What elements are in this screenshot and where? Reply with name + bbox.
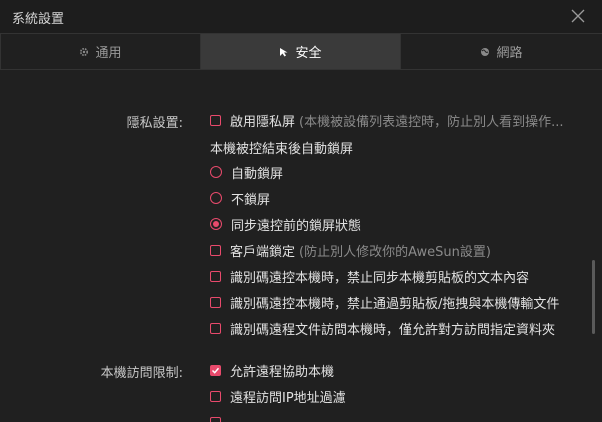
- gear-icon: [79, 47, 89, 57]
- folder-access-checkbox[interactable]: [210, 322, 221, 334]
- client-lock-label: 客戶端鎖定: [230, 244, 296, 260]
- tab-network-label: 網路: [496, 46, 523, 61]
- folder-access-label: 識別碼遠程文件訪問本機時，僅允許對方訪問指定資料夾: [230, 322, 556, 338]
- privacy-screen-hint: (本機被設備列表遠控時，防止別人看到操作...: [299, 114, 564, 130]
- auto-lock-title: 本機被控結束後自動鎖屏: [210, 142, 354, 157]
- title-bar: 系統設置: [0, 0, 602, 33]
- privacy-screen-checkbox[interactable]: [210, 114, 221, 126]
- security-settings-panel: 隱私設置: 啟用隱私屏 (本機被設備列表遠控時，防止別人看到操作... 本機被控…: [0, 70, 602, 422]
- partially-visible-checkbox[interactable]: [210, 416, 221, 422]
- allow-remote-assist-option[interactable]: 允許遠程協助本機: [210, 360, 334, 380]
- tab-general[interactable]: 通用: [0, 34, 201, 69]
- file-transfer-label: 識別碼遠控本機時，禁止通過剪貼板/拖拽與本機傳輸文件: [230, 296, 560, 312]
- lock-option-auto-radio[interactable]: [210, 166, 222, 178]
- ip-filter-label: 遠程訪問IP地址過濾: [230, 390, 346, 406]
- cursor-icon: [279, 47, 289, 57]
- file-transfer-checkbox[interactable]: [210, 296, 221, 308]
- privacy-settings-label: 隱私設置:: [126, 116, 183, 131]
- window-title: 系統設置: [12, 12, 65, 27]
- tab-security[interactable]: 安全: [201, 34, 401, 69]
- ip-filter-option[interactable]: 遠程訪問IP地址過濾: [210, 386, 346, 406]
- lock-option-auto-label: 自動鎖屏: [231, 166, 284, 182]
- tab-security-label: 安全: [295, 46, 322, 61]
- clipboard-text-checkbox[interactable]: [210, 270, 221, 282]
- scrollbar-thumb[interactable]: [592, 260, 595, 334]
- privacy-screen-option[interactable]: 啟用隱私屏 (本機被設備列表遠控時，防止別人看到操作...: [210, 110, 564, 130]
- tab-general-label: 通用: [95, 46, 122, 61]
- lock-option-none-label: 不鎖屏: [231, 192, 271, 208]
- lock-option-sync[interactable]: 同步遠控前的鎖屏狀態: [210, 214, 361, 234]
- lock-option-none[interactable]: 不鎖屏: [210, 188, 270, 208]
- globe-icon: [480, 47, 490, 57]
- check-icon: [211, 367, 220, 374]
- close-icon: [566, 4, 590, 28]
- lock-option-sync-radio[interactable]: [210, 218, 222, 230]
- close-button[interactable]: [566, 4, 590, 28]
- clipboard-text-label: 識別碼遠控本機時，禁止同步本機剪貼板的文本內容: [230, 270, 530, 286]
- ip-filter-checkbox[interactable]: [210, 390, 221, 402]
- partially-visible-option[interactable]: [210, 412, 230, 422]
- allow-remote-assist-label: 允許遠程協助本機: [230, 364, 335, 380]
- client-lock-option[interactable]: 客戶端鎖定 (防止別人修改你的AweSun設置): [210, 240, 491, 260]
- access-restriction-label: 本機訪問限制:: [100, 366, 183, 381]
- radio-selected-dot: [213, 221, 219, 227]
- lock-option-sync-label: 同步遠控前的鎖屏狀態: [231, 218, 362, 234]
- client-lock-checkbox[interactable]: [210, 244, 221, 256]
- lock-option-none-radio[interactable]: [210, 192, 222, 204]
- clipboard-text-option[interactable]: 識別碼遠控本機時，禁止同步本機剪貼板的文本內容: [210, 266, 529, 286]
- file-transfer-option[interactable]: 識別碼遠控本機時，禁止通過剪貼板/拖拽與本機傳輸文件: [210, 292, 559, 312]
- privacy-screen-label: 啟用隱私屏: [230, 114, 296, 130]
- tab-network[interactable]: 網路: [401, 34, 602, 69]
- client-lock-hint: (防止別人修改你的AweSun設置): [299, 244, 491, 260]
- allow-remote-assist-checkbox[interactable]: [210, 364, 221, 376]
- lock-option-auto[interactable]: 自動鎖屏: [210, 162, 283, 182]
- folder-access-option[interactable]: 識別碼遠程文件訪問本機時，僅允許對方訪問指定資料夾: [210, 318, 555, 338]
- settings-tabs: 通用 安全 網路: [0, 33, 602, 70]
